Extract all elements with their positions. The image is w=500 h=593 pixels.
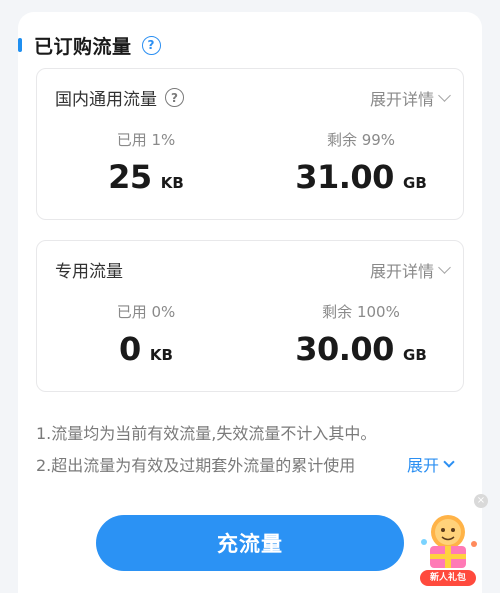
help-icon[interactable]: ?	[165, 88, 184, 107]
remaining-label: 剩余 100%	[322, 303, 400, 321]
used-unit: KB	[149, 346, 173, 364]
note-line-2: 2.超出流量为有效及过期套外流量的累计使用	[36, 456, 356, 475]
section-header: 已订购流量 ?	[18, 34, 161, 58]
used-stat: 已用 1% 25 KB	[91, 129, 201, 196]
notes-expand-label: 展开	[407, 456, 440, 475]
recharge-button[interactable]: 充流量	[96, 515, 404, 571]
remaining-unit: GB	[403, 346, 427, 364]
expand-details-link[interactable]: 展开详情	[369, 258, 451, 282]
card-title: 专用流量	[55, 262, 123, 282]
dedicated-traffic-card: 专用流量 展开详情 已用 0% 0 KB 剩余 100% 30.00 GB	[36, 240, 464, 392]
note-line-1: 1.流量均为当前有效流量,失效流量不计入其中。	[36, 424, 377, 443]
close-icon[interactable]: ×	[474, 494, 488, 508]
chevron-down-icon	[438, 88, 451, 102]
card-title: 国内通用流量	[55, 90, 157, 110]
remaining-stat: 剩余 99% 31.00 GB	[281, 129, 441, 196]
expand-label: 展开详情	[369, 261, 434, 281]
expand-label: 展开详情	[369, 89, 434, 109]
used-unit: KB	[160, 174, 184, 192]
gift-mascot-icon	[421, 515, 477, 568]
new-user-gift-widget[interactable]: 新人礼包	[414, 512, 484, 588]
used-value: 25	[108, 158, 152, 196]
remaining-value: 30.00	[295, 330, 394, 368]
remaining-stat: 剩余 100% 30.00 GB	[281, 301, 441, 368]
help-icon[interactable]: ?	[141, 35, 161, 55]
title-accent-bar	[18, 38, 22, 52]
used-label: 已用 0%	[116, 303, 176, 321]
section-title: 已订购流量	[34, 35, 132, 58]
used-value: 0	[119, 330, 141, 368]
chevron-down-icon	[443, 455, 455, 468]
general-traffic-card: 国内通用流量 ? 展开详情 已用 1% 25 KB 剩余 99% 31.00 G…	[36, 68, 464, 220]
used-stat: 已用 0% 0 KB	[91, 301, 201, 368]
chevron-down-icon	[438, 260, 451, 274]
gift-badge: 新人礼包	[420, 570, 476, 586]
remaining-unit: GB	[403, 174, 427, 192]
remaining-label: 剩余 99%	[326, 131, 396, 149]
expand-details-link[interactable]: 展开详情	[369, 86, 451, 110]
used-label: 已用 1%	[116, 131, 176, 149]
notes-expand-link[interactable]: 展开	[405, 452, 455, 476]
remaining-value: 31.00	[295, 158, 394, 196]
